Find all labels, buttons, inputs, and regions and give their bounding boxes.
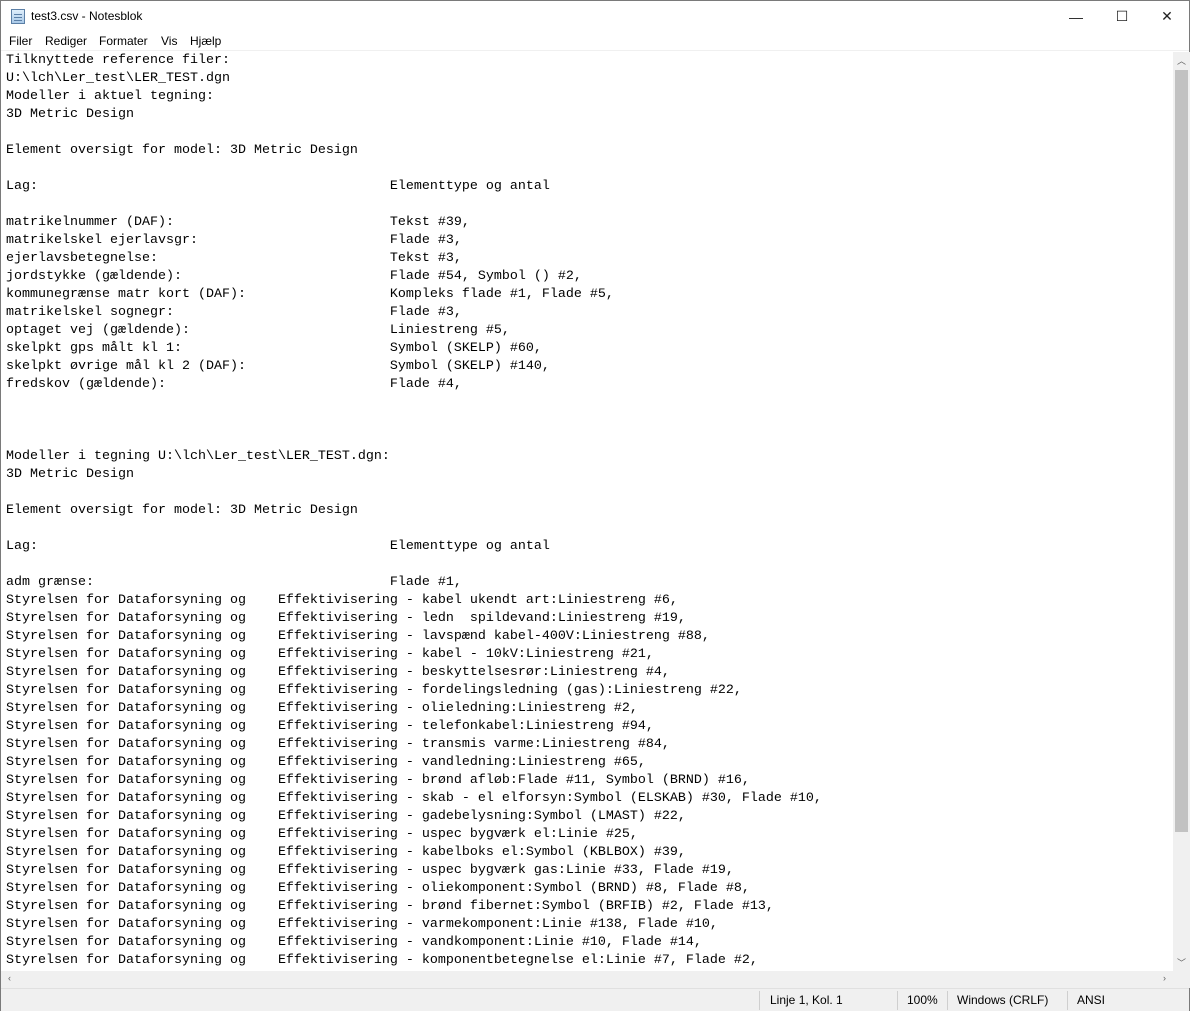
text-line: Styrelsen for Dataforsyning og Effektivi… <box>6 647 654 662</box>
menu-filer[interactable]: Filer <box>9 34 32 48</box>
text-line: Styrelsen for Dataforsyning og Effektivi… <box>6 773 750 788</box>
text-line: Lag: Elementtype og antal <box>6 539 550 554</box>
text-line: Styrelsen for Dataforsyning og Effektivi… <box>6 737 670 752</box>
text-line: Styrelsen for Dataforsyning og Effektivi… <box>6 791 822 806</box>
zoom-level: 100% <box>907 993 938 1007</box>
text-line: Styrelsen for Dataforsyning og Effektivi… <box>6 755 646 770</box>
scroll-down-icon[interactable]: ﹀ <box>1173 956 1190 969</box>
scroll-up-icon[interactable]: ︿ <box>1173 54 1190 67</box>
text-line: Styrelsen for Dataforsyning og Effektivi… <box>6 899 774 914</box>
divider <box>947 991 948 1010</box>
cursor-position: Linje 1, Kol. 1 <box>770 993 843 1007</box>
text-line: Modeller i aktuel tegning: <box>6 89 214 104</box>
text-line: Element oversigt for model: 3D Metric De… <box>6 503 358 518</box>
text-line: matrikelskel sognegr: Flade #3, <box>6 305 462 320</box>
text-line: adm grænse: Flade #1, <box>6 575 462 590</box>
text-line: matrikelskel ejerlavsgr: Flade #3, <box>6 233 462 248</box>
text-line: Styrelsen for Dataforsyning og Effektivi… <box>6 701 638 716</box>
text-line: optaget vej (gældende): Liniestreng #5, <box>6 323 510 338</box>
text-line: Modeller i tegning U:\lch\Ler_test\LER_T… <box>6 449 390 464</box>
text-line: Styrelsen for Dataforsyning og Effektivi… <box>6 935 702 950</box>
horizontal-scrollbar[interactable]: ‹ › <box>1 971 1173 988</box>
text-line: 3D Metric Design <box>6 467 134 482</box>
text-line: Lag: Elementtype og antal <box>6 179 550 194</box>
text-line: skelpkt øvrige mål kl 2 (DAF): Symbol (S… <box>6 359 550 374</box>
text-line: Styrelsen for Dataforsyning og Effektivi… <box>6 809 686 824</box>
notepad-icon <box>11 9 25 24</box>
text-line: Styrelsen for Dataforsyning og Effektivi… <box>6 863 734 878</box>
menu-hjaelp[interactable]: Hjælp <box>190 34 221 48</box>
text-line: Styrelsen for Dataforsyning og Effektivi… <box>6 593 678 608</box>
text-line: ejerlavsbetegnelse: Tekst #3, <box>6 251 462 266</box>
text-line: Tilknyttede reference filer: <box>6 53 230 68</box>
text-line: jordstykke (gældende): Flade #54, Symbol… <box>6 269 582 284</box>
title-bar[interactable]: test3.csv - Notesblok — ☐ ✕ <box>1 1 1189 32</box>
text-line: kommunegrænse matr kort (DAF): Kompleks … <box>6 287 614 302</box>
text-line: Styrelsen for Dataforsyning og Effektivi… <box>6 881 750 896</box>
vertical-scrollbar[interactable]: ︿ ﹀ <box>1173 52 1190 971</box>
text-line: Styrelsen for Dataforsyning og Effektivi… <box>6 683 742 698</box>
divider <box>759 991 760 1010</box>
text-line: Styrelsen for Dataforsyning og Effektivi… <box>6 719 654 734</box>
vertical-scroll-thumb[interactable] <box>1175 70 1188 832</box>
divider <box>1067 991 1068 1010</box>
status-bar: Linje 1, Kol. 1 100% Windows (CRLF) ANSI <box>1 988 1189 1011</box>
text-editor[interactable]: Tilknyttede reference filer: U:\lch\Ler_t… <box>1 52 1173 971</box>
window-title: test3.csv - Notesblok <box>31 9 143 23</box>
text-line: Styrelsen for Dataforsyning og Effektivi… <box>6 629 710 644</box>
close-button[interactable]: ✕ <box>1144 1 1190 32</box>
scroll-right-icon[interactable]: › <box>1156 973 1173 983</box>
scroll-left-icon[interactable]: ‹ <box>1 973 18 983</box>
text-line: 3D Metric Design <box>6 107 134 122</box>
text-line: U:\lch\Ler_test\LER_TEST.dgn <box>6 71 230 86</box>
text-line: Styrelsen for Dataforsyning og Effektivi… <box>6 827 638 842</box>
text-line: Styrelsen for Dataforsyning og Effektivi… <box>6 665 670 680</box>
text-line: Styrelsen for Dataforsyning og Effektivi… <box>6 917 718 932</box>
notepad-window: test3.csv - Notesblok — ☐ ✕ Filer Redige… <box>0 0 1190 1011</box>
encoding: ANSI <box>1077 993 1106 1007</box>
minimize-button[interactable]: — <box>1053 1 1099 32</box>
text-line: Styrelsen for Dataforsyning og Effektivi… <box>6 845 686 860</box>
text-line: skelpkt gps målt kl 1: Symbol (SKELP) #6… <box>6 341 542 356</box>
scrollbar-corner <box>1173 971 1190 988</box>
divider <box>897 991 898 1010</box>
text-line: Styrelsen for Dataforsyning og Effektivi… <box>6 953 758 968</box>
text-line: Styrelsen for Dataforsyning og Effektivi… <box>6 611 686 626</box>
menu-vis[interactable]: Vis <box>161 34 177 48</box>
menu-rediger[interactable]: Rediger <box>45 34 87 48</box>
text-line: matrikelnummer (DAF): Tekst #39, <box>6 215 470 230</box>
menu-formater[interactable]: Formater <box>99 34 148 48</box>
menu-bar: Filer Rediger Formater Vis Hjælp <box>1 32 1189 51</box>
text-line: Element oversigt for model: 3D Metric De… <box>6 143 358 158</box>
text-line: fredskov (gældende): Flade #4, <box>6 377 462 392</box>
maximize-button[interactable]: ☐ <box>1099 1 1145 32</box>
line-ending: Windows (CRLF) <box>957 993 1049 1007</box>
